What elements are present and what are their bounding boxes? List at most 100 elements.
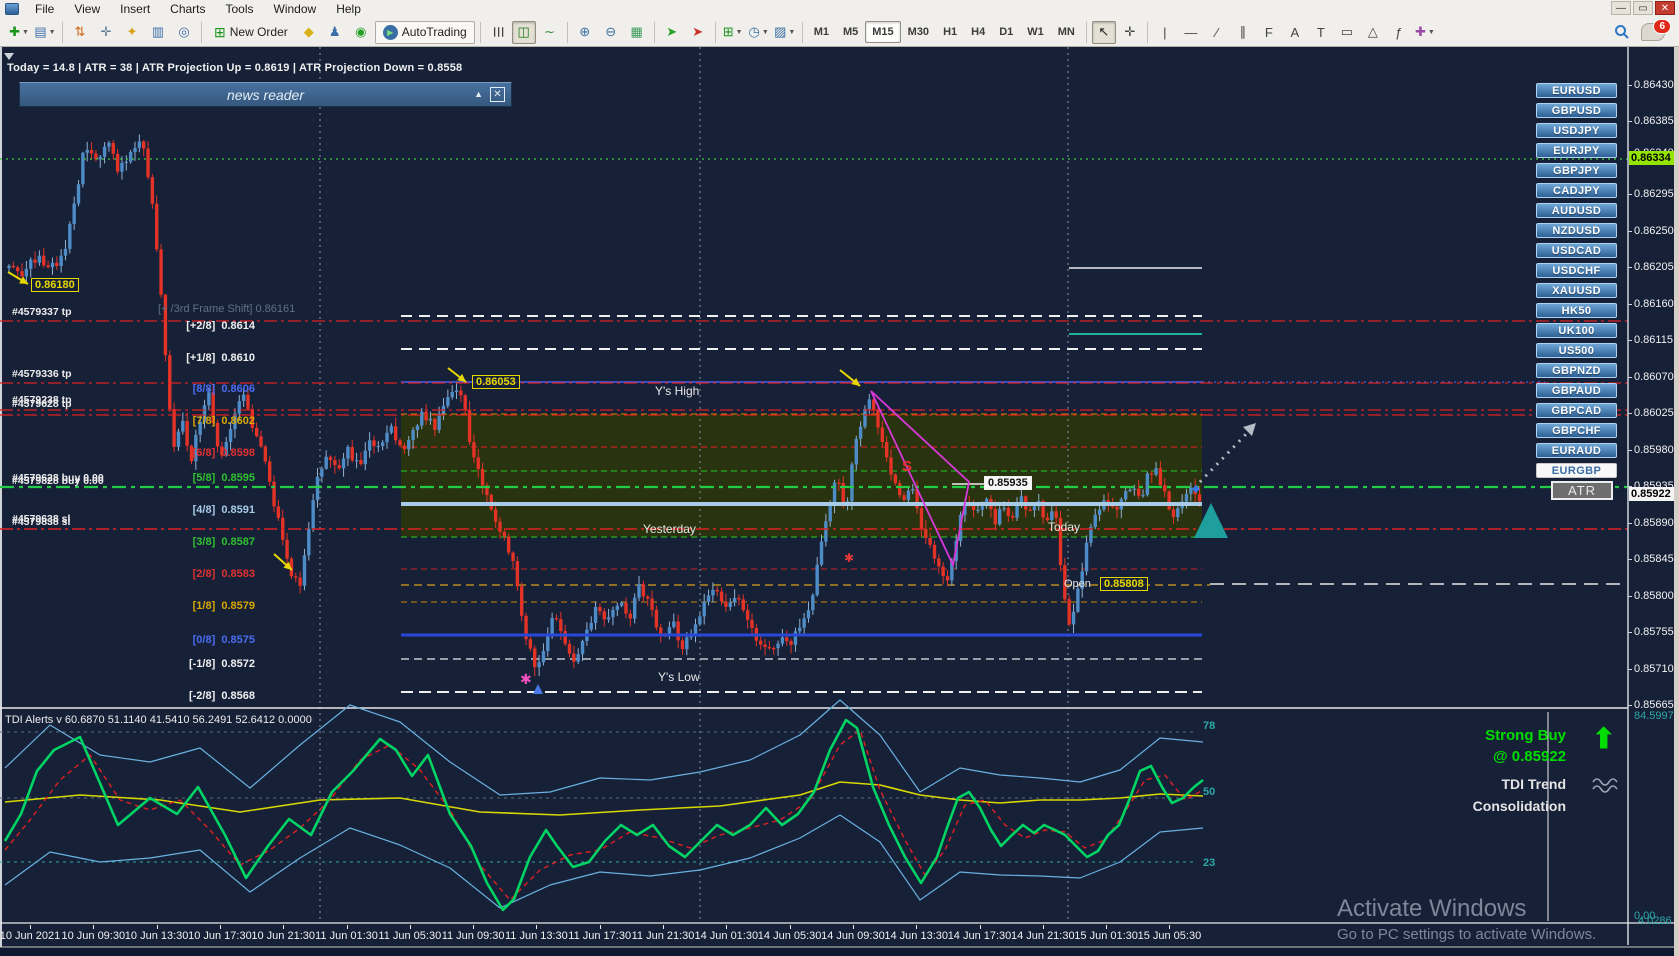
text-button[interactable]: A: [1283, 21, 1307, 44]
news-close-icon[interactable]: ✕: [490, 87, 505, 102]
symbol-button-euraud[interactable]: EURAUD: [1536, 443, 1617, 458]
symbol-button-uk100[interactable]: UK100: [1536, 323, 1617, 338]
timeframe-h4[interactable]: H4: [964, 21, 992, 43]
rectangle-button[interactable]: ▭: [1335, 21, 1359, 44]
sell-marker: S: [902, 458, 913, 475]
open-label: Open: [1064, 578, 1091, 590]
tdi-level-78: 78: [1203, 720, 1216, 732]
data-window-button[interactable]: ✛: [94, 21, 118, 44]
time-axis-label: 10 Jun 17:30: [188, 930, 252, 942]
bar-chart-button[interactable]: ☰: [486, 21, 510, 44]
signals-button[interactable]: ◉: [349, 21, 373, 44]
templates-button[interactable]: ▨ ▼: [773, 21, 797, 44]
timeframe-m15[interactable]: M15: [865, 21, 901, 43]
time-axis-tick: [1042, 925, 1044, 929]
vertical-line-button[interactable]: |: [1153, 21, 1177, 44]
channel-button[interactable]: ∥: [1231, 21, 1255, 44]
minimize-button[interactable]: —: [1611, 1, 1631, 15]
symbol-button-nzdusd[interactable]: NZDUSD: [1536, 223, 1617, 238]
autotrading-toggle[interactable]: ▶ AutoTrading: [374, 20, 475, 44]
text-label-button[interactable]: T: [1309, 21, 1333, 44]
timeframe-h1[interactable]: H1: [936, 21, 964, 43]
cursor-button[interactable]: ↖: [1091, 20, 1116, 44]
periods-button[interactable]: ◷ ▼: [747, 21, 771, 44]
atr-button[interactable]: ATR: [1551, 481, 1613, 500]
price-axis-0.86115: 0.86115: [1634, 334, 1673, 346]
tdi-axis-top: 84.5997: [1634, 710, 1674, 722]
symbol-button-usdchf[interactable]: USDCHF: [1536, 263, 1617, 278]
symbol-button-gbpnzd[interactable]: GBPNZD: [1536, 363, 1617, 378]
menu-insert[interactable]: Insert: [110, 1, 160, 17]
menu-help[interactable]: Help: [326, 1, 371, 17]
indicators-button[interactable]: ⊞ ▼: [721, 21, 745, 44]
symbol-button-cadjpy[interactable]: CADJPY: [1536, 183, 1617, 198]
symbol-button-us500[interactable]: US500: [1536, 343, 1617, 358]
close-button[interactable]: ✕: [1655, 1, 1675, 15]
navigator-button[interactable]: ✦: [120, 21, 144, 44]
maximize-button[interactable]: ▭: [1633, 1, 1653, 15]
time-axis-label: 11 Jun 09:30: [441, 930, 505, 942]
periods-icon: ◷: [748, 24, 760, 39]
symbol-button-eurgbp[interactable]: EURGBP: [1536, 463, 1617, 478]
zoom-in-button[interactable]: ⊕: [573, 21, 597, 44]
notifications-icon[interactable]: 6: [1641, 19, 1671, 41]
trendline-button[interactable]: ∕: [1205, 21, 1229, 44]
candlestick-button[interactable]: ◫: [511, 20, 536, 44]
menu-charts[interactable]: Charts: [160, 1, 215, 17]
zoom-out-button[interactable]: ⊖: [599, 21, 623, 44]
timeframe-w1[interactable]: W1: [1020, 21, 1051, 43]
metaeditor-button[interactable]: ◆: [297, 21, 321, 44]
symbol-button-usdcad[interactable]: USDCAD: [1536, 243, 1617, 258]
symbol-button-gbpcad[interactable]: GBPCAD: [1536, 403, 1617, 418]
triangle-icon: △: [1367, 24, 1378, 39]
symbol-button-hk50[interactable]: HK50: [1536, 303, 1617, 318]
search-button[interactable]: [1610, 21, 1634, 44]
symbol-button-gbpaud[interactable]: GBPAUD: [1536, 383, 1617, 398]
timeframe-d1[interactable]: D1: [992, 21, 1020, 43]
fibo-expansion-button[interactable]: ƒ: [1387, 21, 1411, 44]
time-axis-tick: [283, 925, 285, 929]
symbol-button-xauusd[interactable]: XAUUSD: [1536, 283, 1617, 298]
profiles-button[interactable]: ▤ ▼: [33, 21, 57, 44]
time-axis-tick: [346, 925, 348, 929]
strategy-tester-button[interactable]: ◎: [172, 21, 196, 44]
menu-view[interactable]: View: [64, 1, 110, 17]
horizontal-line-button[interactable]: —: [1179, 21, 1203, 44]
timeframe-m5[interactable]: M5: [836, 21, 865, 43]
menu-file[interactable]: File: [25, 1, 64, 17]
terminal-button[interactable]: ▥: [146, 21, 170, 44]
new-order-button[interactable]: ⊞ New Order: [207, 21, 295, 44]
timeframe-m30[interactable]: M30: [901, 21, 936, 43]
price-axis-tick: [1628, 121, 1632, 122]
timeframe-m1[interactable]: M1: [807, 21, 836, 43]
symbol-button-eurusd[interactable]: EURUSD: [1536, 83, 1617, 98]
crosshair-button[interactable]: ✛: [1118, 21, 1142, 44]
auto-scroll-button[interactable]: ➤: [660, 21, 684, 44]
symbol-button-audusd[interactable]: AUDUSD: [1536, 203, 1617, 218]
toolbar-separator: [653, 21, 655, 43]
symbol-button-gbpchf[interactable]: GBPCHF: [1536, 423, 1617, 438]
triangle-button[interactable]: △: [1361, 21, 1385, 44]
price-axis-tick: [1628, 231, 1632, 232]
news-collapse-icon[interactable]: ▲: [474, 89, 483, 99]
experts-button[interactable]: ♟: [323, 21, 347, 44]
right-resize-strip[interactable]: [1674, 47, 1679, 956]
symbol-button-gbpusd[interactable]: GBPUSD: [1536, 103, 1617, 118]
symbol-button-usdjpy[interactable]: USDJPY: [1536, 123, 1617, 138]
new-chart-button[interactable]: ✚ ▼: [7, 21, 31, 44]
autotrading-icon: ▶: [382, 24, 398, 40]
symbol-button-gbpjpy[interactable]: GBPJPY: [1536, 163, 1617, 178]
fibonacci-button[interactable]: F: [1257, 21, 1281, 44]
line-chart-button[interactable]: ≀: [538, 21, 562, 44]
news-reader-panel[interactable]: news reader ▲ ✕: [19, 82, 512, 107]
market-watch-button[interactable]: ⇅: [68, 21, 92, 44]
tile-windows-button[interactable]: ▦: [625, 21, 649, 44]
price-axis-0.85845: 0.85845: [1634, 553, 1674, 565]
chart-shift-button[interactable]: ➤: [686, 21, 710, 44]
menu-tools[interactable]: Tools: [216, 1, 264, 17]
timeframe-mn[interactable]: MN: [1051, 21, 1082, 43]
symbol-button-eurjpy[interactable]: EURJPY: [1536, 143, 1617, 158]
arrows-button[interactable]: ✚ ▼: [1413, 21, 1437, 44]
new-order-icon: ⊞: [214, 23, 226, 40]
menu-window[interactable]: Window: [264, 1, 327, 17]
